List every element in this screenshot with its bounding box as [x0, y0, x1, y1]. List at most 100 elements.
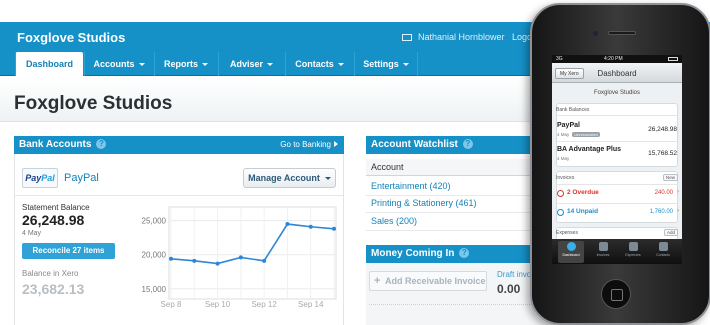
watchlist-row[interactable]: Printing & Stationery (461): [366, 193, 554, 213]
help-icon[interactable]: ?: [96, 139, 107, 149]
receipt-icon: [628, 242, 638, 251]
app-title: Foxglove Studios: [17, 30, 126, 45]
unpaid-value: 1,760.00: [649, 209, 673, 215]
data-point: [215, 261, 220, 266]
bank-accounts-header: Bank Accounts? Go to Banking: [14, 136, 344, 154]
manage-account-button[interactable]: Manage Account: [243, 168, 336, 188]
balance-in-xero-label: Balance in Xero: [22, 269, 79, 278]
x-tick-label: Sep 14: [298, 300, 324, 308]
status-bar: 3G 4:20 PM: [552, 55, 682, 63]
balance-in-xero-value: 23,682.13: [22, 281, 85, 297]
tab-contacts[interactable]: Contacts: [650, 241, 676, 263]
account-row-name[interactable]: PayPal: [557, 122, 580, 129]
clock-icon: [557, 209, 564, 216]
paypal-logo: PayPal: [22, 168, 58, 188]
statement-balance-value: 26,248.98: [22, 212, 85, 228]
divider: [369, 304, 554, 322]
divider: [15, 195, 343, 196]
phone-screen: 3G 4:20 PM My Xero Dashboard Foxglove St…: [552, 55, 682, 264]
tab-reports[interactable]: Reports: [154, 52, 217, 76]
divider: [556, 184, 678, 185]
x-tick-label: Sep 12: [251, 300, 277, 308]
new-invoice-button[interactable]: New: [662, 174, 678, 181]
chevron-right-icon: ›: [677, 189, 679, 195]
page-title: Foxglove Studios: [14, 93, 173, 114]
data-point: [262, 258, 267, 263]
chevron-down-icon: [337, 63, 344, 66]
tab-contacts[interactable]: Contacts: [285, 52, 353, 76]
status-badge: Unreconciled: [572, 132, 600, 137]
money-coming-in-header: Money Coming In?: [366, 245, 554, 263]
clock-icon: [557, 190, 564, 197]
chevron-down-icon: [324, 177, 331, 180]
chevron-down-icon: [202, 63, 208, 66]
column-header-account: Account: [366, 159, 554, 176]
phone-tab-bar: Dashboard Invoices Expenses Contacts: [552, 239, 682, 264]
tab-dashboard[interactable]: Dashboard: [558, 241, 584, 263]
account-row-value: 15,768.52: [648, 150, 677, 157]
section-label: Invoices: [556, 175, 575, 181]
unpaid-invoices-link[interactable]: 14 Unpaid: [567, 208, 598, 215]
invoice-icon: [598, 242, 608, 251]
account-row-date: 4 May: [557, 156, 570, 161]
panel-title: Bank Accounts: [19, 139, 92, 150]
tab-settings[interactable]: Settings: [354, 52, 418, 76]
watchlist-header: Account Watchlist?: [366, 136, 554, 154]
account-name-link[interactable]: PayPal: [64, 172, 99, 184]
phone-nav-bar: My Xero Dashboard: [552, 63, 682, 83]
panel-title: Account Watchlist: [371, 139, 458, 150]
watchlist-row[interactable]: Sales (200): [366, 211, 554, 231]
overdue-invoices-link[interactable]: 2 Overdue: [567, 189, 599, 196]
divider: [556, 141, 678, 142]
data-point: [169, 256, 173, 261]
statement-date: 4 May: [22, 230, 42, 237]
reconcile-button[interactable]: Reconcile 27 items: [22, 243, 115, 259]
draft-invoices-link[interactable]: Draft invoi: [497, 270, 533, 279]
chevron-down-icon: [138, 63, 145, 66]
data-point: [192, 258, 197, 263]
home-button[interactable]: [601, 279, 631, 309]
help-icon[interactable]: ?: [462, 139, 473, 149]
phone-title: Dashboard: [597, 69, 637, 78]
tab-dashboard[interactable]: Dashboard: [15, 52, 83, 76]
chevron-right-icon: ›: [677, 208, 679, 214]
tab-expenses[interactable]: Expenses: [620, 241, 646, 263]
y-tick-label: 15,000: [142, 285, 167, 294]
data-point: [238, 255, 243, 260]
person-icon: [658, 242, 668, 251]
panel-title: Money Coming In: [371, 248, 455, 259]
overdue-value: 240.00: [654, 190, 673, 196]
account-row-name[interactable]: BA Advantage Plus: [557, 146, 621, 153]
data-point: [308, 224, 313, 229]
tab-accounts[interactable]: Accounts: [84, 52, 153, 76]
org-name: Foxglove Studios: [593, 90, 641, 96]
user-name[interactable]: Nathanial Hornblower: [402, 32, 505, 42]
chevron-down-icon: [267, 63, 274, 66]
x-tick-label: Sep 8: [161, 300, 182, 308]
battery-icon: [668, 57, 678, 61]
add-receivable-invoice-button[interactable]: Add Receivable Invoice: [369, 271, 487, 291]
section-label: Bank Balances: [556, 107, 590, 113]
dashboard-icon: [566, 242, 576, 251]
data-point: [332, 226, 336, 231]
data-point: [285, 222, 290, 227]
divider: [556, 115, 678, 116]
add-expense-button[interactable]: Add: [663, 229, 678, 236]
mail-icon: [402, 34, 412, 41]
divider: [556, 203, 678, 204]
x-tick-label: Sep 10: [205, 300, 231, 308]
account-row-value: 26,248.98: [648, 126, 677, 133]
tab-adviser[interactable]: Adviser: [218, 52, 284, 76]
chevron-down-icon: [402, 63, 409, 66]
draft-invoices-value: 0.00: [497, 282, 521, 296]
clock: 4:20 PM: [604, 56, 623, 62]
balance-chart: 25,000 20,000 15,000 Sep 8 Sep 10 Sep 12 Sep 1…: [142, 206, 337, 308]
account-row-date: 4 May Unreconciled: [557, 132, 600, 137]
section-label: Expenses: [556, 230, 578, 236]
go-to-banking-link[interactable]: Go to Banking: [280, 136, 338, 154]
help-icon[interactable]: ?: [459, 248, 470, 258]
camera-icon: [593, 31, 598, 36]
tab-invoices[interactable]: Invoices: [590, 241, 616, 263]
speaker-grille: [608, 31, 636, 35]
carrier-label: 3G: [556, 56, 563, 62]
